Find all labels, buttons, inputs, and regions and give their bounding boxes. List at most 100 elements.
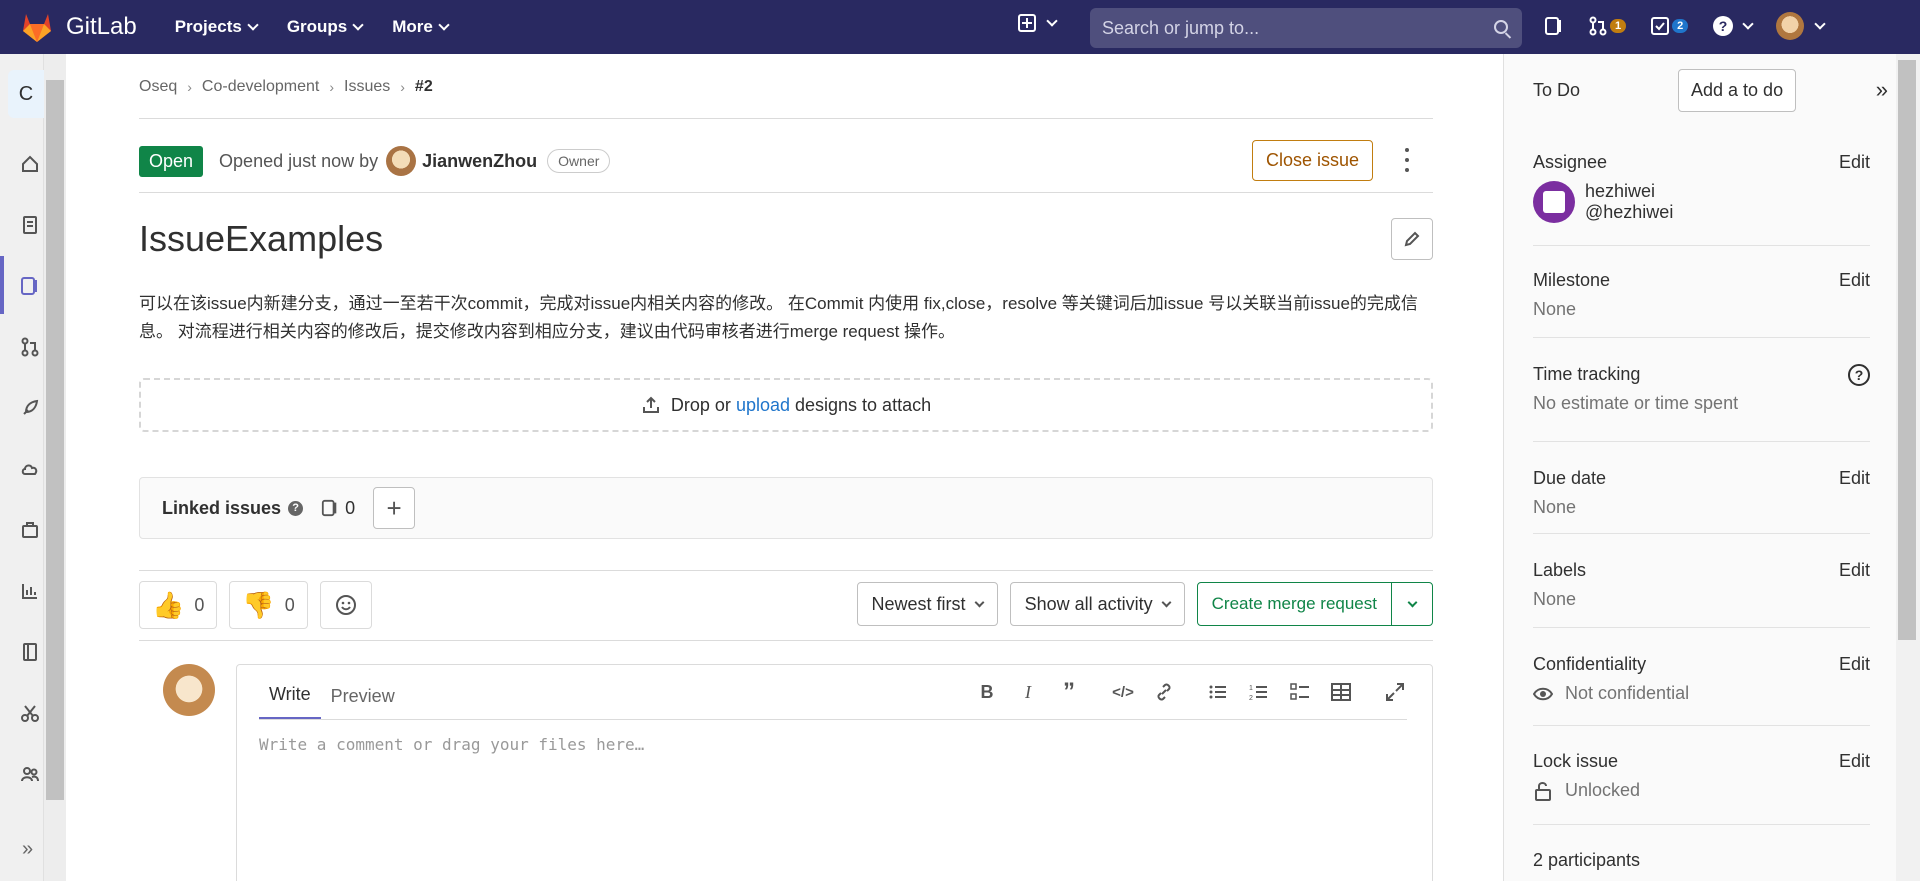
tab-write[interactable]: Write <box>259 684 321 719</box>
edit-labels-link[interactable]: Edit <box>1839 560 1870 581</box>
analytics-chart-icon[interactable] <box>20 581 40 601</box>
merge-request-icon[interactable] <box>20 337 40 357</box>
tab-preview[interactable]: Preview <box>321 686 405 719</box>
edit-title-button[interactable] <box>1391 218 1433 260</box>
merge-requests-count-badge: 1 <box>1610 19 1627 33</box>
gitlab-logo[interactable]: GitLab <box>20 0 137 54</box>
fullscreen-icon[interactable] <box>1384 681 1406 703</box>
search-box[interactable] <box>1090 8 1522 48</box>
add-linked-issue-button[interactable]: + <box>373 487 416 529</box>
edit-lock-link[interactable]: Edit <box>1839 751 1870 772</box>
lock-open-icon <box>1535 781 1551 801</box>
add-todo-button[interactable]: Add a to do <box>1678 68 1797 112</box>
cloud-deploy-icon[interactable] <box>20 459 40 479</box>
edit-assignee-link[interactable]: Edit <box>1839 152 1870 173</box>
sort-dropdown[interactable]: Newest first <box>856 582 998 626</box>
opened-text: Opened just now by <box>219 150 379 171</box>
search-icon <box>1494 20 1508 34</box>
nav-more[interactable]: More <box>392 17 450 37</box>
project-avatar[interactable]: C <box>8 70 44 118</box>
activity-filter-dropdown[interactable]: Show all activity <box>1009 582 1185 626</box>
breadcrumb-project[interactable]: Co-development <box>202 78 319 96</box>
collapse-right-sidebar-icon[interactable]: » <box>1876 77 1888 103</box>
due-date-value: None <box>1533 497 1577 517</box>
assignee-heading: Assignee <box>1533 152 1608 172</box>
wiki-book-icon[interactable] <box>20 642 40 662</box>
design-dropzone[interactable]: Drop or upload designs to attach <box>139 378 1433 432</box>
rocket-icon[interactable] <box>20 398 40 418</box>
chevron-down-icon <box>1814 18 1826 30</box>
sidebar-scrollbar-thumb[interactable] <box>46 80 64 800</box>
user-menu[interactable] <box>1776 12 1826 40</box>
plus-square-icon <box>1018 14 1036 32</box>
snippets-scissors-icon[interactable] <box>20 703 40 723</box>
chevron-down-icon <box>1161 597 1172 607</box>
divider <box>139 118 1433 119</box>
create-merge-request-button[interactable]: Create merge request <box>1198 583 1392 625</box>
thumbs-down-button[interactable]: 👎 0 <box>229 581 308 629</box>
chevron-right-icon: › <box>187 79 192 95</box>
help-question-icon[interactable]: ? <box>288 500 304 516</box>
bold-icon[interactable]: B <box>976 681 998 703</box>
confidentiality-section: Confidentiality Edit Not confidential <box>1533 654 1870 726</box>
more-actions-kebab-icon[interactable] <box>1405 148 1409 172</box>
assignee-user[interactable]: hezhiwei @hezhiwei <box>1533 181 1870 223</box>
upload-link[interactable]: upload <box>736 395 790 416</box>
members-users-icon[interactable] <box>20 764 40 784</box>
home-icon[interactable] <box>20 154 40 174</box>
reactions-row: 👍 0 👎 0 Newest first Show all activity C… <box>139 580 1433 630</box>
author-avatar[interactable] <box>386 146 417 176</box>
todos-nav-button[interactable]: 2 <box>1650 16 1689 36</box>
help-nav-button[interactable]: ? <box>1712 15 1754 37</box>
help-question-icon[interactable]: ? <box>1848 364 1870 386</box>
breadcrumb: Oseq › Co-development › Issues › #2 <box>139 78 433 96</box>
pencil-icon <box>1404 231 1420 247</box>
merge-requests-nav-button[interactable]: 1 <box>1588 16 1627 36</box>
chevron-down-icon <box>1742 18 1754 30</box>
issues-icon <box>1545 17 1561 35</box>
edit-confidentiality-link[interactable]: Edit <box>1839 654 1870 675</box>
labels-section: Labels Edit None <box>1533 560 1870 628</box>
bullet-list-icon[interactable] <box>1207 681 1229 703</box>
assignee-username: @hezhiwei <box>1585 202 1674 222</box>
divider <box>259 719 1407 720</box>
breadcrumb-group[interactable]: Oseq <box>139 78 177 96</box>
package-icon[interactable] <box>20 520 40 540</box>
thumbs-up-button[interactable]: 👍 0 <box>139 581 218 629</box>
task-list-icon[interactable] <box>1289 681 1311 703</box>
lock-issue-section: Lock issue Edit Unlocked <box>1533 751 1870 825</box>
chevron-right-icon: › <box>400 79 405 95</box>
close-issue-button[interactable]: Close issue <box>1251 140 1373 181</box>
search-input[interactable] <box>1102 17 1482 39</box>
issues-nav-button[interactable] <box>1544 16 1564 36</box>
breadcrumb-issues[interactable]: Issues <box>344 78 390 96</box>
breadcrumb-current-issue[interactable]: #2 <box>415 78 433 96</box>
add-reaction-button[interactable] <box>319 581 372 629</box>
nav-groups[interactable]: Groups <box>287 17 364 37</box>
edit-due-date-link[interactable]: Edit <box>1839 468 1870 489</box>
new-item-dropdown[interactable] <box>1018 14 1058 32</box>
italic-icon[interactable]: I <box>1017 681 1039 703</box>
edit-milestone-link[interactable]: Edit <box>1839 270 1870 291</box>
quote-icon[interactable]: ” <box>1058 678 1080 705</box>
issues-icon[interactable] <box>20 276 40 296</box>
svg-text:?: ? <box>1719 18 1728 34</box>
upload-icon <box>642 396 659 413</box>
table-icon[interactable] <box>1330 681 1352 703</box>
page-scrollbar-thumb[interactable] <box>1898 60 1916 640</box>
brand-name: GitLab <box>66 13 137 40</box>
svg-text:1: 1 <box>1249 685 1253 692</box>
comment-textarea[interactable]: Write a comment or drag your files here… <box>259 735 644 754</box>
repository-icon[interactable] <box>20 215 40 235</box>
code-icon[interactable]: </> <box>1112 681 1134 703</box>
link-icon[interactable] <box>1153 681 1175 703</box>
create-merge-request-dropdown[interactable] <box>1392 597 1432 607</box>
author-name[interactable]: JianwenZhou <box>422 151 537 172</box>
collapse-sidebar-icon[interactable]: » <box>22 838 33 861</box>
nav-projects[interactable]: Projects <box>175 17 259 37</box>
chevron-down-icon <box>1407 597 1417 607</box>
comment-editor: Write Preview B I ” </> 12 Write a comme… <box>236 664 1433 881</box>
labels-value: None <box>1533 589 1577 609</box>
numbered-list-icon[interactable]: 12 <box>1248 681 1270 703</box>
author-role-badge: Owner <box>547 149 611 173</box>
